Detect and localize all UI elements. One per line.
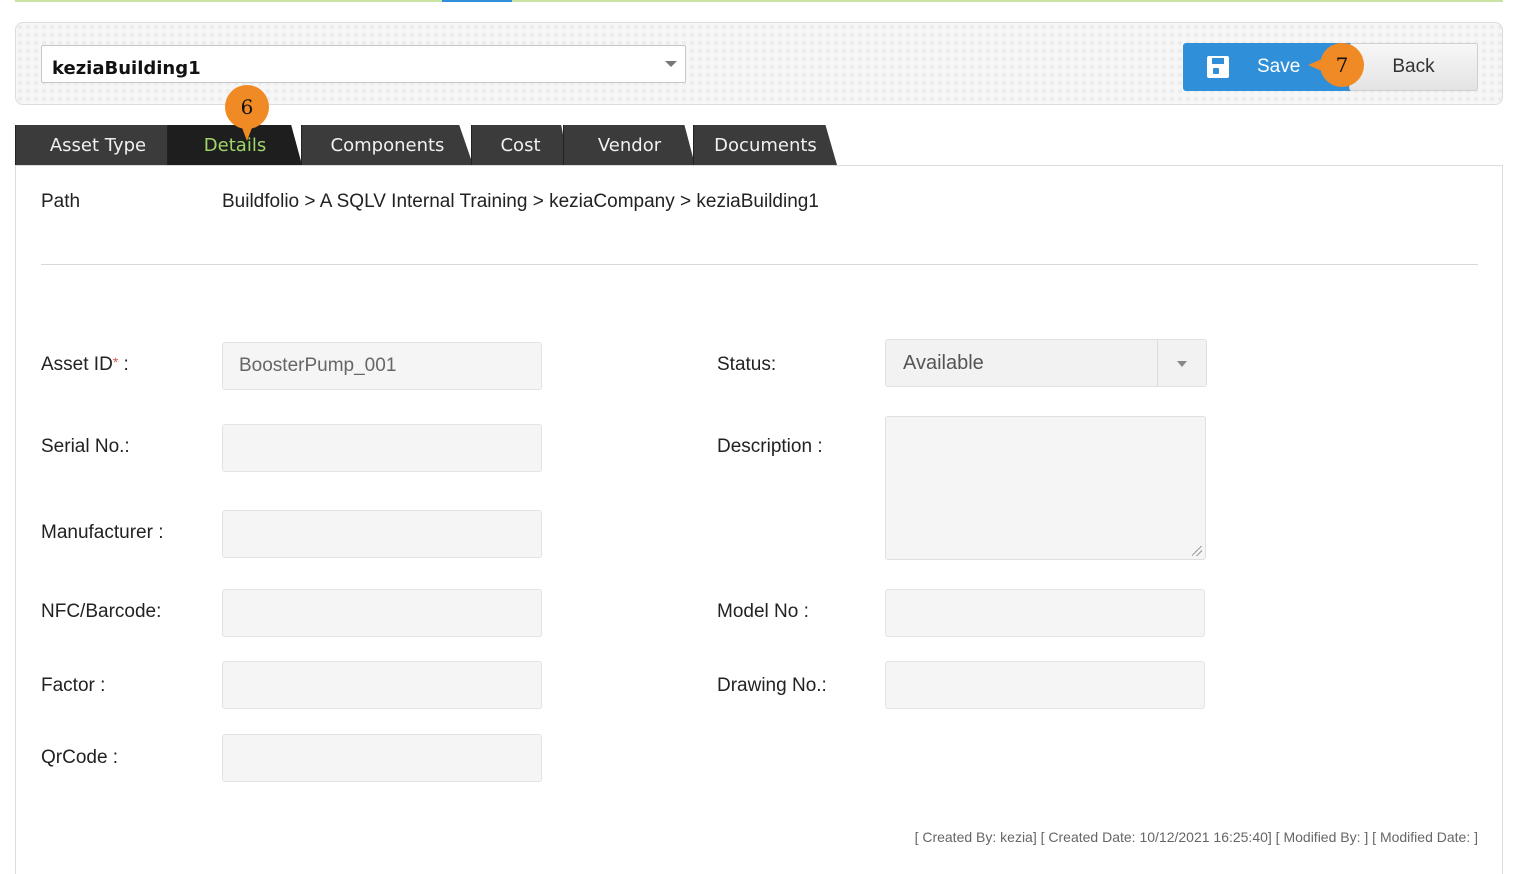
asset-id-label-colon: :	[118, 354, 129, 375]
model-no-label: Model No :	[717, 601, 809, 622]
step-marker-7: 7	[1308, 43, 1364, 87]
description-textarea[interactable]	[885, 416, 1206, 560]
serial-no-field[interactable]	[222, 424, 542, 472]
status-label: Status:	[717, 354, 777, 375]
tab-asset-type[interactable]: Asset Type	[15, 125, 180, 165]
chevron-down-icon	[1177, 361, 1187, 367]
tab-label: Cost	[500, 134, 541, 156]
tab-cost[interactable]: Cost	[471, 125, 569, 165]
asset-id-value: BoosterPump_001	[239, 355, 397, 376]
select-separator	[1157, 340, 1158, 386]
tab-documents[interactable]: Documents	[693, 125, 837, 165]
tab-label: Details	[203, 134, 267, 156]
tab-components[interactable]: Components	[301, 125, 473, 165]
top-accent-strip	[15, 0, 1503, 2]
active-section-indicator	[442, 0, 512, 2]
asset-id-label: Asset ID* :	[41, 354, 129, 376]
qrcode-field[interactable]	[222, 734, 542, 782]
factor-field[interactable]	[222, 661, 542, 709]
back-button-label: Back	[1392, 56, 1435, 77]
save-button-label: Save	[1257, 56, 1301, 77]
tab-details[interactable]: Details	[167, 125, 302, 165]
serial-no-label: Serial No.:	[41, 436, 130, 457]
nfc-barcode-field[interactable]	[222, 589, 542, 637]
qrcode-label: QrCode :	[41, 747, 119, 768]
step-marker-6: 6	[225, 85, 269, 141]
audit-info: [ Created By: kezia] [ Created Date: 10/…	[914, 829, 1478, 845]
tab-bar: Asset Type Details Components Cost Vendo…	[15, 125, 855, 165]
model-no-field[interactable]	[885, 589, 1205, 637]
nfc-barcode-label: NFC/Barcode:	[41, 601, 162, 622]
resize-grip-icon[interactable]	[1192, 546, 1202, 556]
tab-label: Components	[330, 134, 445, 156]
description-label: Description :	[717, 436, 823, 457]
manufacturer-field[interactable]	[222, 510, 542, 558]
factor-label: Factor :	[41, 675, 106, 696]
step-marker-7-number: 7	[1335, 53, 1349, 77]
path-label: Path	[41, 191, 81, 212]
manufacturer-label: Manufacturer :	[41, 522, 164, 543]
chevron-down-icon	[665, 61, 677, 67]
tab-label: Asset Type	[49, 134, 147, 156]
building-select-value: keziaBuilding1	[52, 58, 201, 79]
asset-id-label-text: Asset ID	[41, 354, 113, 375]
floppy-disk-icon	[1207, 56, 1229, 78]
status-value: Available	[903, 352, 984, 374]
drawing-no-label: Drawing No.:	[717, 675, 827, 696]
step-marker-6-number: 6	[240, 95, 254, 119]
asset-id-field[interactable]: BoosterPump_001	[222, 342, 542, 390]
tab-vendor[interactable]: Vendor	[563, 125, 695, 165]
drawing-no-field[interactable]	[885, 661, 1205, 709]
back-button[interactable]: Back	[1349, 43, 1478, 91]
divider	[41, 264, 1478, 265]
building-select[interactable]: keziaBuilding1	[41, 45, 686, 83]
tab-label: Vendor	[597, 134, 662, 156]
breadcrumb: Buildfolio > A SQLV Internal Training > …	[222, 191, 819, 212]
status-select[interactable]: Available	[885, 339, 1207, 387]
tab-label: Documents	[714, 134, 817, 156]
